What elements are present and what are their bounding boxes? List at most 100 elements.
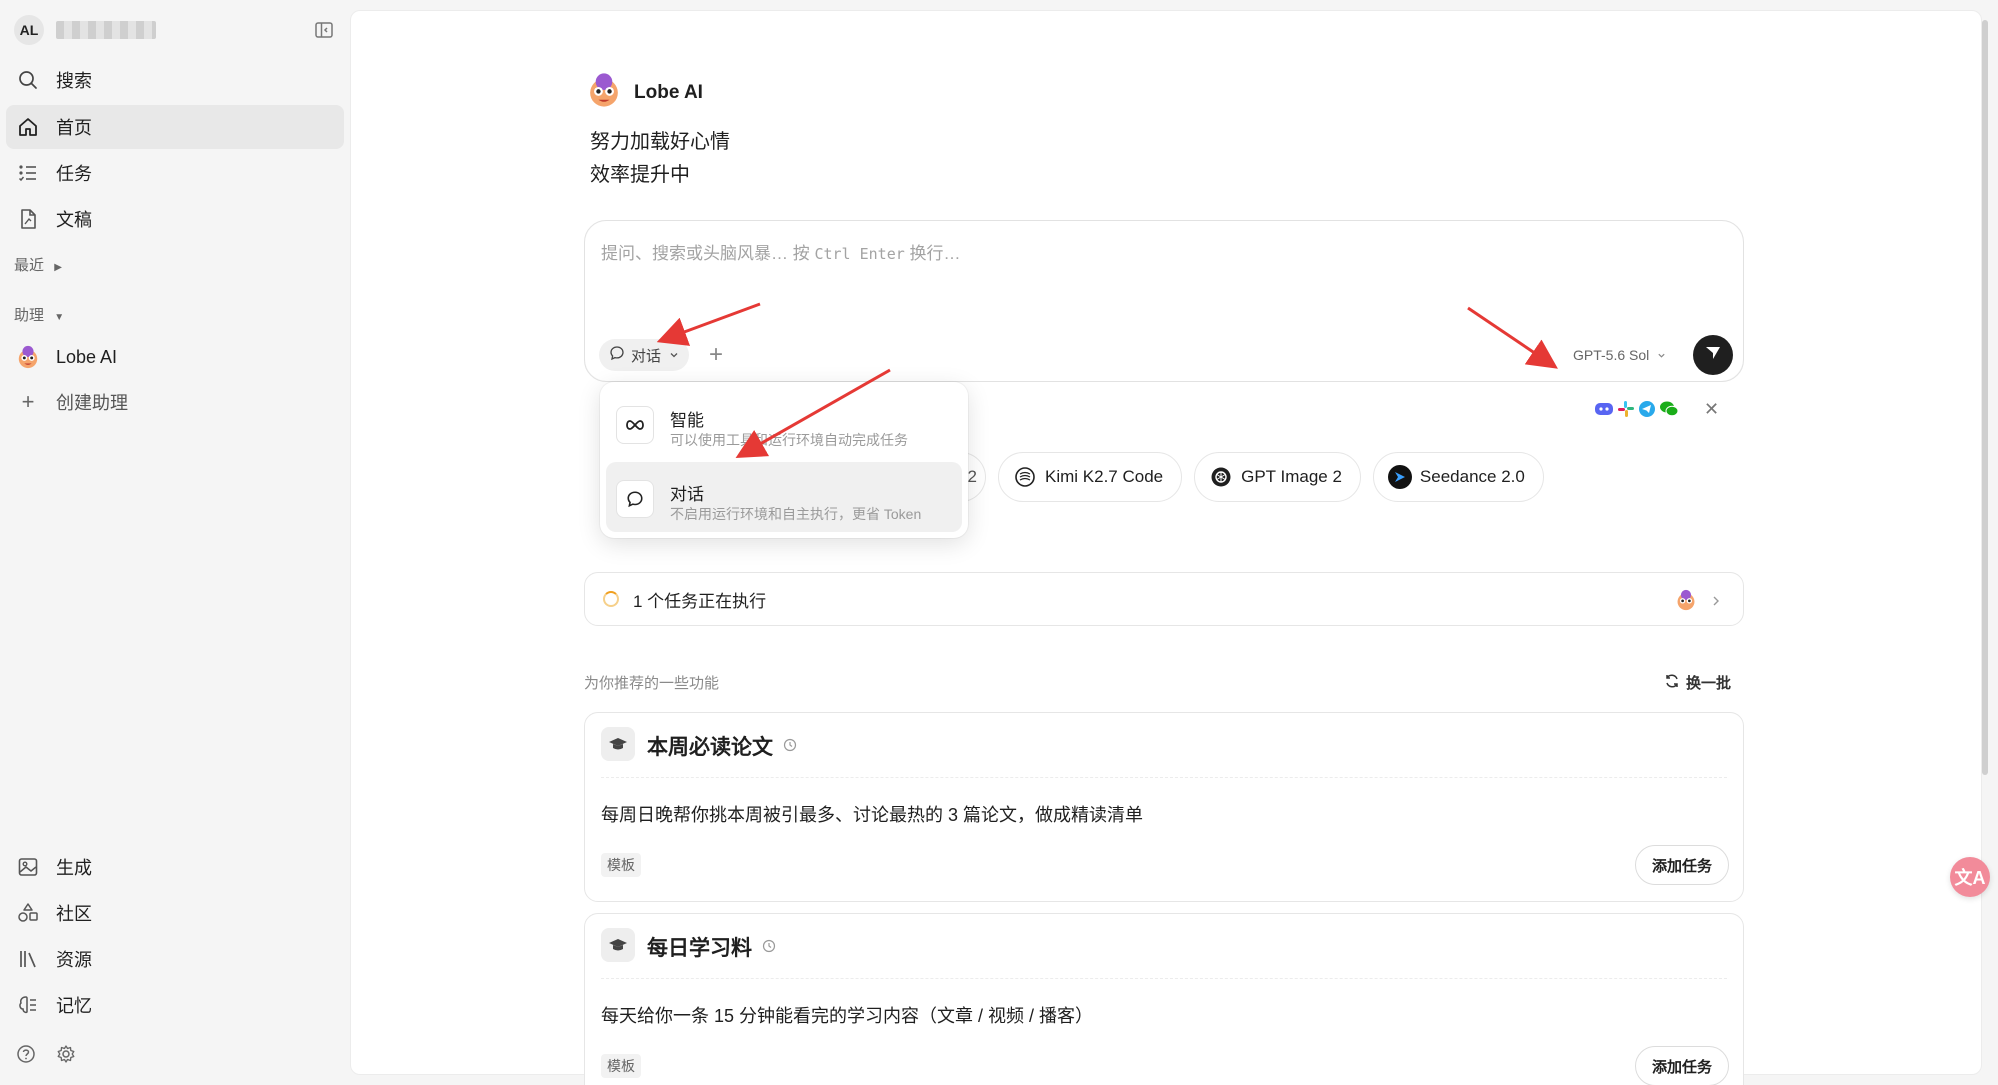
user-name-redacted: ▒▒▒▒▒▒▒▒ [56,21,156,39]
task-list-icon [16,161,40,185]
template-tag: 模板 [601,853,641,877]
assistant-section-label: 助理 [14,307,45,324]
sidebar-item-label: 文稿 [56,210,92,230]
kimi-logo-icon [1013,465,1037,489]
integrations-icons[interactable] [1594,400,1679,423]
chat-input-area[interactable]: 提问、搜索或头脑风暴… 按 Ctrl Enter 换行… 对话 + GPT-5.… [585,221,1743,381]
sidebar-item-memory[interactable]: 记忆 [6,983,344,1027]
slack-icon [1617,400,1635,423]
agent-greeting: 努力加载好心情 效率提升中 [590,126,730,192]
plus-icon: + [21,389,35,414]
sidebar-item-generate[interactable]: 生成 [6,845,344,889]
chat-mode-dropdown: 智能 可以使用工具和运行环境自动完成任务 对话 不启用运行环境和自主执行，更省 … [600,382,968,538]
openai-logo-icon [1209,465,1233,489]
sidebar-item-home[interactable]: 首页 [6,105,344,149]
chip-label: 2 [967,467,977,486]
sidebar-item-label: 搜索 [56,71,92,91]
chip-gpt-image[interactable]: GPT Image 2 [1194,452,1361,502]
shapes-icon [16,901,40,925]
discord-icon [1594,400,1614,423]
add-task-button[interactable]: 添加任务 [1634,1046,1729,1085]
refresh-icon [1664,673,1680,693]
clock-icon [783,734,797,758]
brain-icon [16,993,40,1017]
quick-model-chips: 2 Kimi K2.7 Code GPT Image 2 Seedance 2.… [960,452,1544,502]
refresh-recommendations-button[interactable]: 换一批 [1664,672,1731,693]
chevron-down-icon [669,347,679,364]
translate-button[interactable]: 文A [1950,857,1990,897]
seedance-logo-icon [1387,465,1412,489]
sidebar-item-label: 记忆 [56,996,92,1016]
scrollbar[interactable] [1982,20,1988,775]
sidebar-item-label: 首页 [56,118,92,138]
recent-section-label: 最近 [14,257,45,274]
graduation-cap-icon [601,727,635,761]
recommend-card-title: 每日学习料 [647,932,776,962]
sidebar-item-label: 社区 [56,904,92,924]
recommend-card[interactable]: 本周必读论文 每周日晚帮你挑本周被引最多、讨论最热的 3 篇论文，做成精读清单 … [584,712,1744,902]
mode-option-title: 对话 [670,485,704,504]
agent-header: Lobe AI [586,72,703,113]
telegram-icon [1638,400,1656,423]
image-icon [16,855,40,879]
search-icon [16,68,40,92]
sidebar-collapse-icon[interactable] [314,20,334,40]
mode-option-chat[interactable]: 对话 不启用运行环境和自主执行，更省 Token [606,462,962,532]
lobe-ai-avatar-icon [586,72,622,113]
sidebar: AL ▒▒▒▒▒▒▒▒ 搜索 首页 任务 文稿 最近 ▶ 助理 ▼ Lobe A… [0,0,350,1085]
user-avatar[interactable]: AL [14,15,44,45]
sidebar-item-lobe-ai[interactable]: Lobe AI [6,335,344,379]
chip-label: Seedance 2.0 [1419,467,1525,486]
recommend-card-desc: 每周日晚帮你挑本周被引最多、讨论最热的 3 篇论文，做成精读清单 [601,805,1144,825]
close-integrations-icon[interactable]: ✕ [1704,399,1719,420]
add-attachment-plus-icon[interactable]: + [709,343,723,367]
placeholder-shortcut: Ctrl Enter [814,245,905,263]
sidebar-item-resources[interactable]: 资源 [6,937,344,981]
recommend-card[interactable]: 每日学习料 每天给你一条 15 分钟能看完的学习内容（文章 / 视频 / 播客）… [584,913,1744,1085]
sidebar-item-label: 资源 [56,950,92,970]
sidebar-item-label: 任务 [56,164,92,184]
model-selector[interactable]: GPT-5.6 Sol [1573,347,1666,363]
settings-gear-icon[interactable] [56,1044,76,1069]
chip-label: Kimi K2.7 Code [1045,467,1164,486]
caret-down-icon: ▼ [54,312,65,323]
sidebar-item-community[interactable]: 社区 [6,891,344,935]
mode-option-title: 智能 [670,411,704,430]
chat-bubble-icon [609,345,625,365]
greeting-line-1: 努力加载好心情 [590,131,730,153]
refresh-label: 换一批 [1686,675,1732,692]
user-profile[interactable]: AL ▒▒▒▒▒▒▒▒ [14,14,156,46]
greeting-line-2: 效率提升中 [590,164,690,186]
sidebar-item-create-assistant[interactable]: + 创建助理 [6,380,344,424]
library-icon [16,947,40,971]
chip-seedance[interactable]: Seedance 2.0 [1372,452,1544,502]
mode-option-desc: 不启用运行环境和自主执行，更省 Token [670,506,922,522]
infinity-icon [616,406,654,444]
chat-mode-selector[interactable]: 对话 [599,339,690,371]
agent-name: Lobe AI [634,81,703,103]
chip-kimi[interactable]: Kimi K2.7 Code [998,452,1183,502]
recent-section-toggle[interactable]: 最近 ▶ [14,254,62,275]
sidebar-item-search[interactable]: 搜索 [6,58,344,102]
clock-icon [762,935,776,959]
sidebar-item-label: 生成 [56,858,92,878]
task-bar-right [1675,589,1721,616]
help-icon[interactable] [16,1044,36,1069]
running-task-bar[interactable]: 1 个任务正在执行 [584,572,1744,626]
add-task-button[interactable]: 添加任务 [1634,845,1729,885]
sidebar-footer [16,1044,76,1069]
recommend-card-title: 本周必读论文 [647,731,797,761]
lobe-ai-avatar-icon [16,345,40,369]
sidebar-item-docs[interactable]: 文稿 [6,197,344,241]
send-icon [1704,344,1722,367]
wechat-icon [1659,400,1679,423]
assistant-section-toggle[interactable]: 助理 ▼ [14,304,64,325]
card-title-text: 本周必读论文 [647,736,773,759]
mode-option-agent[interactable]: 智能 可以使用工具和运行环境自动完成任务 [606,388,962,458]
chat-input-box: 提问、搜索或头脑风暴… 按 Ctrl Enter 换行… 对话 + GPT-5.… [584,220,1744,382]
model-label: GPT-5.6 Sol [1573,347,1650,363]
chevron-right-icon [1711,594,1721,612]
send-button[interactable] [1693,335,1733,375]
recommend-section-title: 为你推荐的一些功能 [584,675,720,692]
sidebar-item-tasks[interactable]: 任务 [6,151,344,195]
